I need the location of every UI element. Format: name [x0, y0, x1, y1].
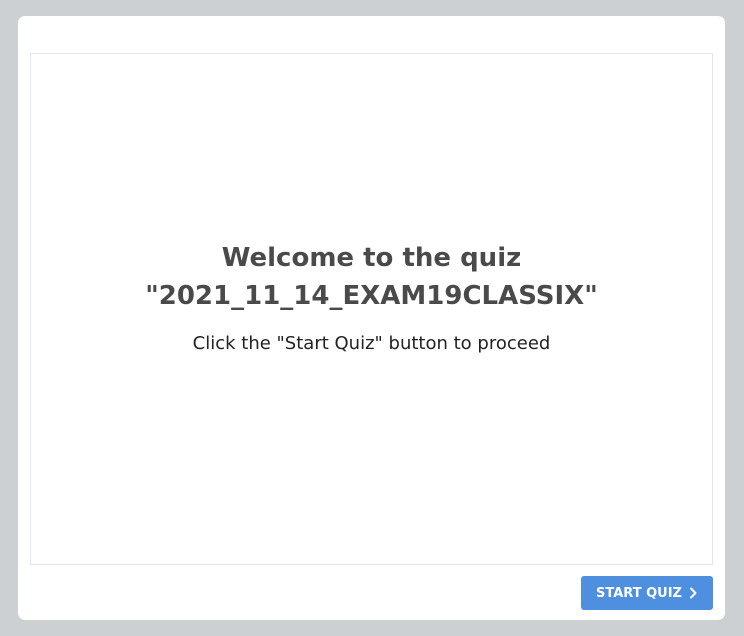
start-quiz-button[interactable]: START QUIZ — [581, 576, 713, 610]
chevron-right-icon — [689, 587, 697, 599]
start-quiz-label: START QUIZ — [596, 585, 682, 601]
quiz-name: "2021_11_14_EXAM19CLASSIX" — [145, 281, 598, 311]
quiz-card: Welcome to the quiz "2021_11_14_EXAM19CL… — [18, 16, 725, 620]
quiz-slide: Welcome to the quiz "2021_11_14_EXAM19CL… — [30, 53, 713, 565]
welcome-title-line1: Welcome to the quiz — [221, 243, 522, 273]
welcome-instructions: Click the "Start Quiz" button to proceed — [192, 333, 551, 354]
welcome-title: Welcome to the quiz "2021_11_14_EXAM19CL… — [31, 239, 712, 315]
welcome-block: Welcome to the quiz "2021_11_14_EXAM19CL… — [31, 239, 712, 356]
